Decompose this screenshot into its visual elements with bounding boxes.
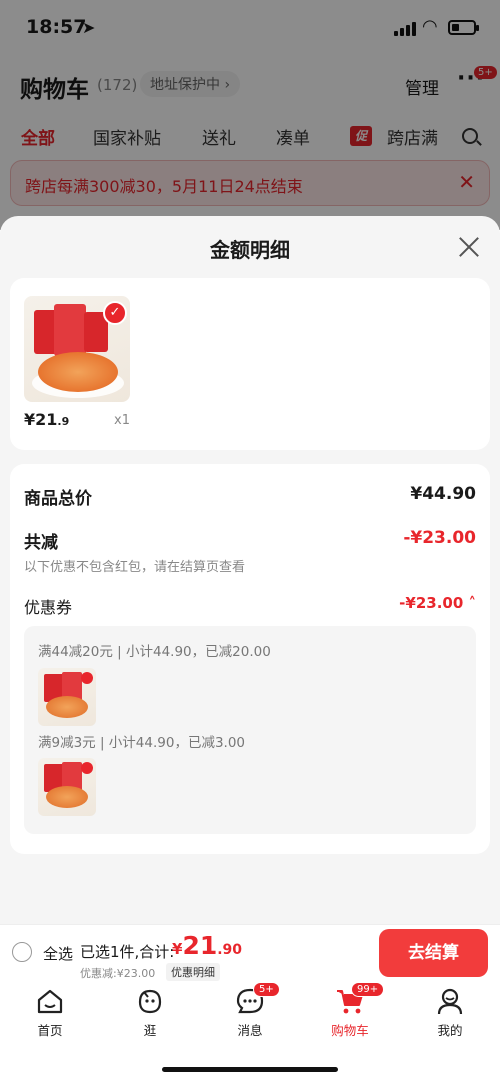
total-label: 商品总价	[24, 489, 92, 509]
total-value: ¥44.90	[410, 484, 476, 504]
cart-icon: 99+	[335, 982, 385, 1016]
checkout-button[interactable]: 去结算	[379, 929, 488, 977]
coupon-detail-box: 满44减20元 | 小计44.90，已减20.00 满9减3元 | 小计44.9…	[24, 626, 476, 834]
discount-note: 以下优惠不包含红包，请在结算页查看	[24, 560, 246, 575]
coupon-detail-line: 满9减3元 | 小计44.90，已减3.00	[38, 735, 246, 751]
sheet-title: 金额明细	[210, 238, 290, 262]
nav-profile[interactable]: 我的	[415, 986, 485, 1039]
coupon-value[interactable]: -¥23.00 ˄	[399, 594, 476, 612]
total-row: 商品总价 ¥44.90	[24, 484, 476, 510]
nav-cart[interactable]: 99+ 购物车	[315, 982, 385, 1039]
reduce-value: -¥23.00	[403, 528, 476, 548]
home-indicator	[162, 1067, 338, 1072]
product-price: ¥21.9	[24, 410, 70, 429]
coupon-product-thumbnail	[38, 668, 96, 726]
discount-amount: 优惠减:¥23.00	[80, 967, 156, 980]
nav-label: 消息	[237, 1023, 263, 1038]
coupon-label: 优惠券	[24, 598, 73, 617]
nav-label: 首页	[37, 1023, 63, 1038]
nav-browse[interactable]: 逛	[115, 986, 185, 1039]
nav-label: 我的	[437, 1023, 463, 1038]
message-icon: 5+	[235, 982, 280, 1016]
product-card: ✓ ¥21.9 x1	[10, 278, 490, 450]
modal-overlay[interactable]	[0, 0, 500, 230]
profile-icon	[435, 986, 465, 1016]
reduce-row: 共减 -¥23.00	[24, 528, 476, 554]
total-price: ¥21.90	[172, 931, 243, 960]
select-all-radio[interactable]	[12, 942, 32, 962]
coupon-row[interactable]: 优惠券 -¥23.00 ˄	[24, 594, 476, 618]
message-badge: 5+	[253, 982, 280, 997]
nav-label: 购物车	[331, 1023, 369, 1038]
close-icon[interactable]	[456, 234, 482, 260]
cart-badge: 99+	[351, 982, 385, 997]
price-summary-card: 商品总价 ¥44.90 共减 -¥23.00 以下优惠不包含红包，请在结算页查看…	[10, 464, 490, 854]
reduce-label: 共减	[24, 533, 58, 553]
nav-messages[interactable]: 5+ 消息	[215, 982, 285, 1039]
nav-home[interactable]: 首页	[15, 986, 85, 1039]
nav-label: 逛	[143, 1023, 157, 1038]
checkout-bar: 全选 已选1件,合计: ¥21.90 优惠减:¥23.00 优惠明细 去结算	[0, 924, 500, 982]
selected-info: 已选1件,合计:	[80, 943, 175, 961]
selected-check-icon[interactable]: ✓	[103, 301, 127, 325]
select-all-label[interactable]: 全选	[43, 943, 73, 964]
product-quantity: x1	[114, 413, 130, 428]
discount-detail-button[interactable]: 优惠明细	[166, 963, 220, 981]
coupon-product-thumbnail	[38, 758, 96, 816]
home-icon	[35, 986, 65, 1016]
product-image[interactable]: ✓	[24, 296, 130, 402]
browse-icon	[135, 986, 165, 1016]
coupon-detail-line: 满44减20元 | 小计44.90，已减20.00	[38, 644, 271, 660]
